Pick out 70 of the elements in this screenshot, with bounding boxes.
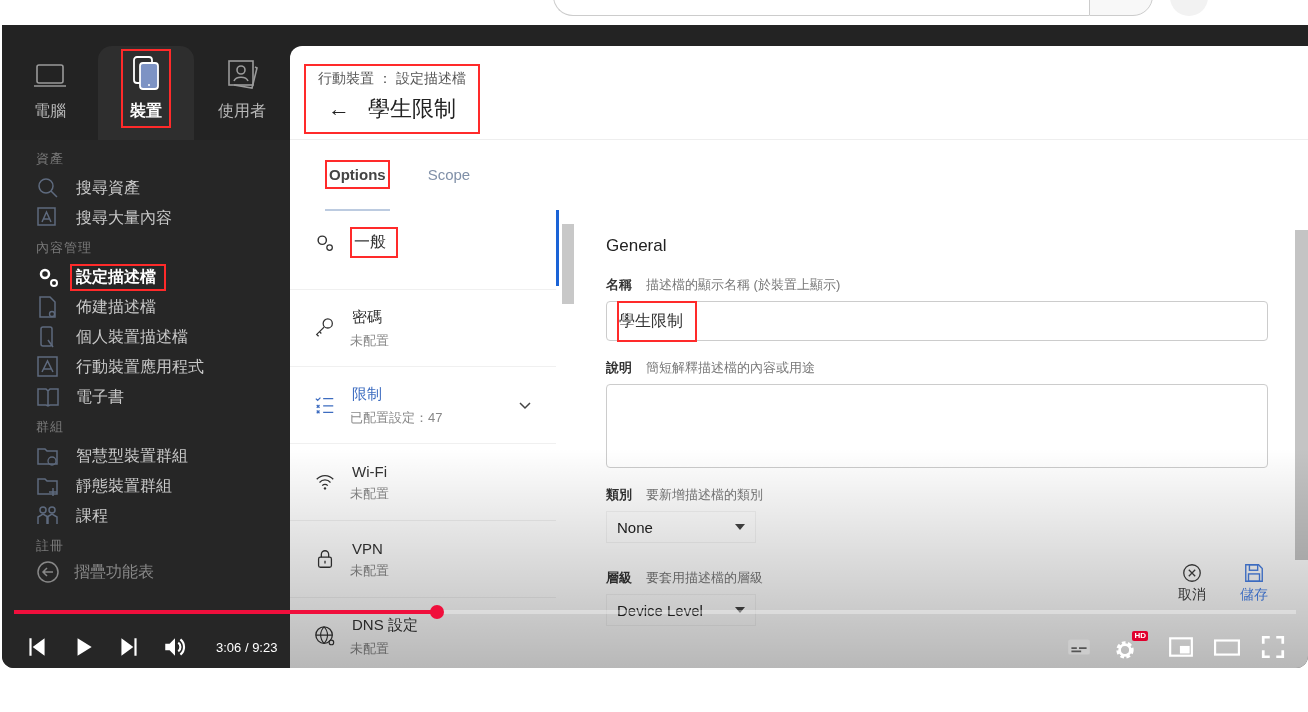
field-label: 類別 [606,486,632,504]
name-input[interactable]: 學生限制 [606,301,1268,341]
sidebar-item[interactable]: 靜態裝置群組 [70,472,182,500]
sidebar-item[interactable]: 個人裝置描述檔 [70,323,198,351]
payload-item[interactable]: 密碼 未配置 [290,290,556,367]
dropdown[interactable]: Device Level [606,594,756,626]
payload-status: 未配置 [350,640,390,658]
scrollbar-thumb[interactable] [562,224,574,304]
payload-title: 密碼 [351,307,383,327]
page-title: 學生限制 [368,95,456,123]
collapse-menu-link[interactable]: 摺疊功能表 [74,561,154,583]
breadcrumb: 行動裝置 ： 設定描述檔 [318,70,466,88]
payload-item[interactable]: VPN 未配置 [290,521,556,598]
sidebar-item[interactable]: 搜尋資產 [70,174,150,202]
caret-icon [735,607,745,613]
section-heading: 資產 [36,150,65,168]
user-photo-icon [225,59,259,91]
sidebar-item[interactable]: 電子書 [70,383,134,411]
section-heading: 註冊 [36,537,65,555]
field-label: 名稱 [606,276,632,294]
tab-label: 使用者 [218,101,266,121]
book-icon [36,385,60,409]
back-button[interactable]: ← [328,96,350,122]
field-hint: 要套用描述檔的層級 [646,569,763,587]
field-hint: 描述檔的顯示名稱 (於裝置上顯示) [646,276,841,294]
sidebar-item[interactable]: 智慧型裝置群組 [70,442,198,470]
fullscreen-button[interactable] [1260,634,1286,660]
app-store-icon [36,355,60,379]
collapse-icon[interactable] [36,560,60,584]
scrollbar-thumb[interactable] [1295,230,1308,560]
section-heading: 群組 [36,418,65,436]
description-textarea[interactable] [606,384,1268,468]
sidebar-item[interactable]: 佈建描述檔 [70,293,166,321]
dropdown[interactable]: None [606,511,756,543]
payload-title: 一般 [350,227,398,258]
payload-status: 未配置 [350,332,390,350]
caret-icon [735,524,745,530]
sidebar-tab[interactable]: 電腦 [2,46,98,140]
cancel-button[interactable]: 取消 [1178,562,1206,604]
field-label: 層級 [606,569,632,587]
field-hint: 簡短解釋描述檔的內容或用途 [646,359,815,377]
payload-title: VPN [351,539,384,559]
section-heading: 內容管理 [36,239,93,257]
payload-item[interactable]: 限制 已配置設定：47 [290,367,556,444]
search-icon [36,176,60,200]
payload-status: 未配置 [350,485,390,503]
settings-button[interactable]: HD [1112,631,1148,663]
sidebar-item[interactable]: 行動裝置應用程式 [70,353,214,381]
field-hint: 要新增描述檔的類別 [646,486,763,504]
payload-status: 未配置 [350,562,390,580]
sidebar-item[interactable]: 課程 [70,502,118,530]
key-icon [314,317,336,339]
sidebar-item[interactable]: 搜尋大量內容 [70,204,182,232]
miniplayer-button[interactable] [1168,634,1194,660]
tab-label: 裝置 [130,101,162,121]
section-title: General [606,236,668,256]
sidebar-tab[interactable]: 裝置 [98,46,194,140]
payload-title: DNS 設定 [351,615,419,635]
payload-status: 已配置設定：47 [350,409,444,427]
time-display: 3:06 / 9:23 [216,639,278,655]
payload-item[interactable]: Wi-Fi 未配置 [290,444,556,521]
sidebar-item[interactable]: 設定描述檔 [70,263,166,291]
close-icon [1181,562,1203,584]
payload-title: 限制 [351,384,383,404]
tab-label: 電腦 [34,101,66,121]
sidebar-tab[interactable]: 使用者 [194,46,290,140]
payload-title: Wi-Fi [351,462,388,482]
hd-badge: HD [1132,631,1148,641]
globe-icon [314,625,336,647]
field-label: 說明 [606,359,632,377]
